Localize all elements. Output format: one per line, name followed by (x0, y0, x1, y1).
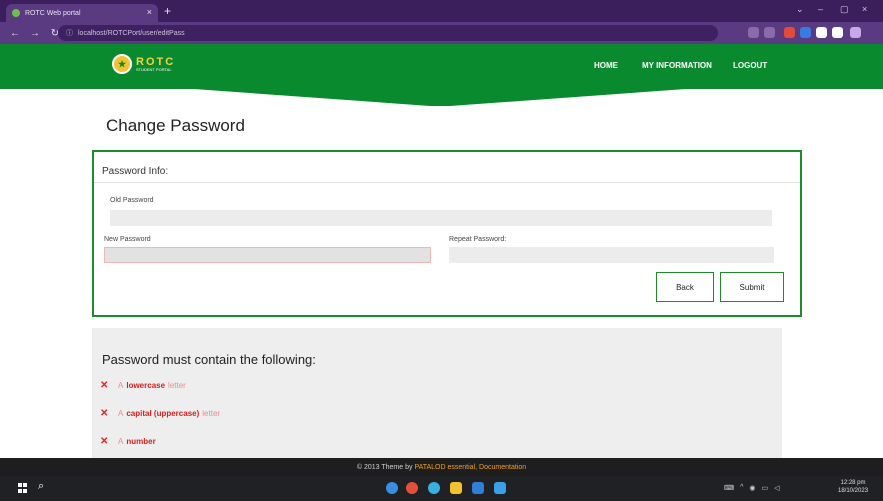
nav-my-information[interactable]: MY INFORMATION (642, 61, 712, 70)
address-bar[interactable]: ⓘ localhost/ROTCPort/user/editPass (58, 25, 718, 41)
requirement-item: ✕ A lowercase letter (100, 380, 186, 391)
password-requirements: Password must contain the following: ✕ A… (92, 328, 782, 458)
unmet-x-icon: ✕ (100, 408, 109, 419)
windows-start-icon[interactable] (18, 483, 28, 493)
forward-arrow-icon[interactable]: → (30, 28, 40, 39)
footer-documentation-link[interactable]: Documentation (479, 464, 526, 471)
side-panel-icon[interactable] (832, 27, 843, 38)
volume-icon[interactable]: ◁ (774, 484, 779, 492)
extension-icon[interactable] (784, 27, 795, 38)
old-password-field[interactable] (110, 210, 772, 226)
file-explorer-icon[interactable] (450, 482, 462, 494)
chrome-alt-icon[interactable] (428, 482, 440, 494)
url-text: localhost/ROTCPort/user/editPass (78, 29, 185, 37)
share-icon[interactable] (748, 27, 759, 38)
new-password-field[interactable] (104, 247, 431, 263)
store-icon[interactable] (494, 482, 506, 494)
page-title: Change Password (106, 116, 245, 135)
card-title: Password Info: (102, 166, 169, 177)
requirement-suffix: letter (168, 381, 186, 390)
browser-tabbar: ROTC Web portal × + ⌄ – ▢ × (0, 0, 883, 22)
browser-tab[interactable]: ROTC Web portal × (6, 4, 158, 22)
clock-date: 18/10/2023 (838, 488, 869, 494)
submit-button[interactable]: Submit (720, 272, 784, 302)
clock-time: 12:28 pm (840, 480, 866, 486)
vscode-icon[interactable] (472, 482, 484, 494)
card-header: Password Info: (94, 152, 800, 183)
back-button[interactable]: Back (656, 272, 714, 302)
rotc-emblem-icon: ★ (112, 54, 132, 74)
requirement-suffix: letter (202, 409, 221, 418)
logo-subtitle: STUDENT PORTAL (136, 66, 172, 72)
chrome-icon[interactable] (386, 482, 398, 494)
tab-search-icon[interactable]: ⌄ (796, 4, 804, 15)
requirement-item: ✕ A capital (uppercase) letter (100, 408, 220, 419)
close-window-button[interactable]: × (862, 4, 867, 14)
requirement-item: ✕ A number (100, 436, 159, 447)
site-info-icon[interactable]: ⓘ (66, 28, 73, 38)
back-arrow-icon[interactable]: ← (10, 28, 20, 39)
battery-icon[interactable]: ▭ (762, 484, 769, 492)
requirements-title: Password must contain the following: (102, 352, 316, 367)
search-icon[interactable]: ⌕ (38, 480, 44, 493)
extensions-puzzle-icon[interactable] (816, 27, 827, 38)
chrome-profile-icon[interactable] (406, 482, 418, 494)
requirement-keyword: capital (uppercase) (126, 409, 200, 418)
maximize-button[interactable]: ▢ (840, 4, 849, 15)
requirement-prefix: A (118, 409, 124, 418)
repeat-password-label: Repeat Password: (449, 236, 507, 243)
keyboard-icon[interactable]: ⌨ (724, 484, 734, 492)
extension-icon[interactable] (800, 27, 811, 38)
favicon-icon (12, 9, 20, 17)
new-password-label: New Password (104, 236, 151, 243)
tab-title: ROTC Web portal (25, 9, 81, 17)
header-banner-shape (180, 88, 700, 106)
footer-theme-link[interactable]: PATALOD essential (414, 464, 475, 471)
site-footer: © 2013 Theme by PATALOD essential , Docu… (0, 458, 883, 476)
logo-title: ROTC (136, 55, 176, 68)
site-logo[interactable]: ★ ROTC STUDENT PORTAL (112, 54, 175, 74)
profile-avatar-icon[interactable] (850, 27, 861, 38)
repeat-password-field[interactable] (449, 247, 774, 263)
show-hidden-icon[interactable]: ^ (740, 484, 743, 492)
requirement-prefix: A (118, 381, 124, 390)
requirement-keyword: lowercase (126, 381, 166, 390)
taskbar-clock[interactable]: 12:28 pm 18/10/2023 (838, 479, 868, 495)
system-tray[interactable]: ⌨ ^ ◉ ▭ ◁ (724, 484, 780, 492)
requirement-prefix: A (118, 437, 124, 446)
nav-logout[interactable]: LOGOUT (733, 61, 767, 70)
bookmark-star-icon[interactable] (764, 27, 775, 38)
requirement-keyword: number (126, 437, 156, 446)
old-password-label: Old Password (110, 197, 154, 204)
footer-text: © 2013 Theme by (356, 463, 413, 471)
footer-separator: , (475, 463, 478, 471)
password-form-card: Password Info: Old Password New Password… (92, 150, 802, 317)
unmet-x-icon: ✕ (100, 436, 109, 447)
unmet-x-icon: ✕ (100, 380, 109, 391)
minimize-button[interactable]: – (818, 4, 823, 14)
nav-home[interactable]: HOME (594, 61, 618, 70)
tab-close-icon[interactable]: × (147, 7, 152, 17)
network-icon[interactable]: ◉ (749, 484, 755, 492)
new-tab-button[interactable]: + (164, 4, 171, 18)
